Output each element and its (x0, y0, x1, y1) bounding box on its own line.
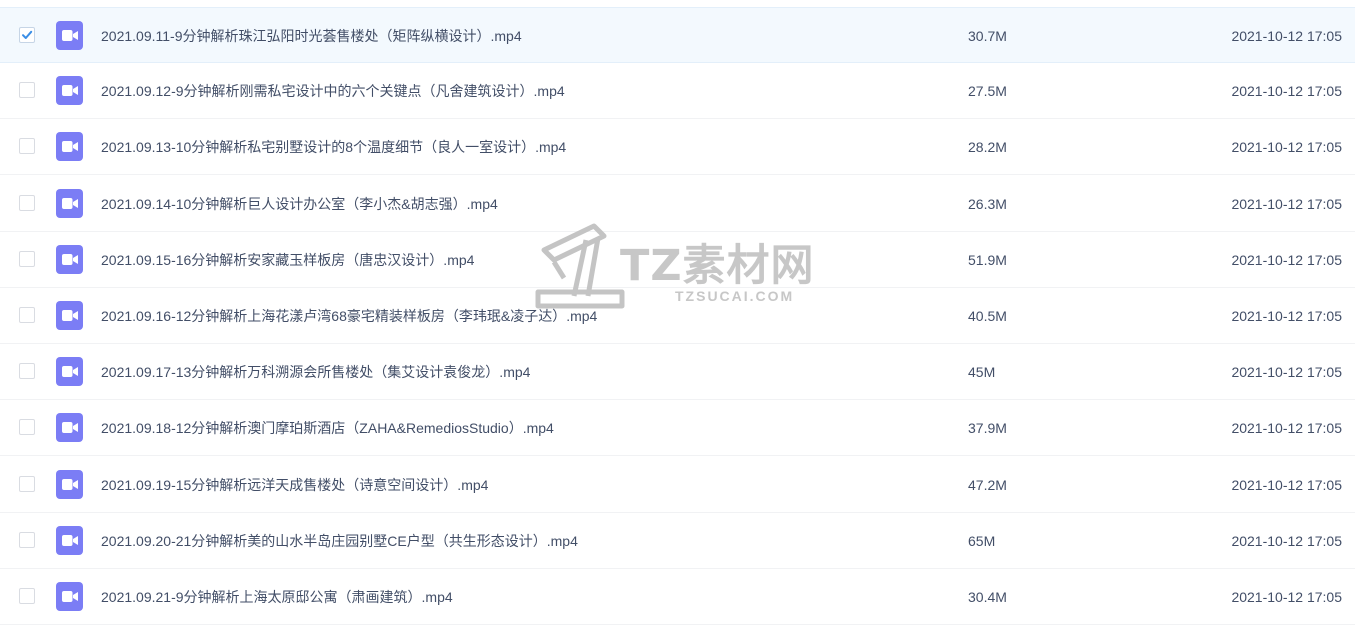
file-row[interactable]: 2021.09.14-10分钟解析巨人设计办公室（李小杰&胡志强）.mp4 26… (0, 176, 1355, 232)
file-name[interactable]: 2021.09.16-12分钟解析上海花漾卢湾68豪宅精装样板房（李玮珉&凌子达… (101, 288, 597, 344)
checkmark-icon (22, 30, 33, 39)
file-name[interactable]: 2021.09.19-15分钟解析远洋天成售楼处（诗意空间设计）.mp4 (101, 457, 488, 513)
file-modified-date: 2021-10-12 17:05 (1231, 589, 1342, 605)
video-file-icon (56, 582, 83, 611)
file-modified-date: 2021-10-12 17:05 (1231, 252, 1342, 268)
file-row[interactable]: 2021.09.20-21分钟解析美的山水半岛庄园别墅CE户型（共生形态设计）.… (0, 513, 1355, 569)
file-name[interactable]: 2021.09.11-9分钟解析珠江弘阳时光荟售楼处（矩阵纵横设计）.mp4 (101, 8, 522, 64)
video-file-icon (56, 413, 83, 442)
file-modified-date: 2021-10-12 17:05 (1231, 477, 1342, 493)
row-checkbox[interactable] (19, 419, 35, 435)
row-checkbox[interactable] (19, 476, 35, 492)
file-row[interactable]: 2021.09.16-12分钟解析上海花漾卢湾68豪宅精装样板房（李玮珉&凌子达… (0, 288, 1355, 344)
file-modified-date: 2021-10-12 17:05 (1231, 196, 1342, 212)
row-checkbox[interactable] (19, 251, 35, 267)
file-name[interactable]: 2021.09.17-13分钟解析万科溯源会所售楼处（集艾设计袁俊龙）.mp4 (101, 344, 530, 400)
file-row[interactable]: 2021.09.12-9分钟解析刚需私宅设计中的六个关键点（凡舍建筑设计）.mp… (0, 63, 1355, 119)
video-file-icon (56, 470, 83, 499)
video-file-icon (56, 132, 83, 161)
file-modified-date: 2021-10-12 17:05 (1231, 139, 1342, 155)
video-file-icon (56, 21, 83, 50)
video-file-icon (56, 526, 83, 555)
file-size: 27.5M (968, 83, 1007, 99)
file-name[interactable]: 2021.09.12-9分钟解析刚需私宅设计中的六个关键点（凡舍建筑设计）.mp… (101, 63, 565, 119)
file-name[interactable]: 2021.09.15-16分钟解析安家藏玉样板房（唐忠汉设计）.mp4 (101, 232, 474, 288)
file-name[interactable]: 2021.09.20-21分钟解析美的山水半岛庄园别墅CE户型（共生形态设计）.… (101, 513, 578, 569)
row-checkbox[interactable] (19, 363, 35, 379)
file-size: 30.7M (968, 28, 1007, 44)
video-file-icon (56, 301, 83, 330)
file-modified-date: 2021-10-12 17:05 (1231, 308, 1342, 324)
video-file-icon (56, 189, 83, 218)
file-row[interactable]: 2021.09.17-13分钟解析万科溯源会所售楼处（集艾设计袁俊龙）.mp4 … (0, 344, 1355, 400)
row-checkbox[interactable] (19, 307, 35, 323)
row-checkbox[interactable] (19, 532, 35, 548)
file-size: 30.4M (968, 589, 1007, 605)
video-file-icon (56, 245, 83, 274)
row-checkbox[interactable] (19, 195, 35, 211)
row-checkbox[interactable] (19, 138, 35, 154)
file-modified-date: 2021-10-12 17:05 (1231, 420, 1342, 436)
file-size: 47.2M (968, 477, 1007, 493)
file-list: 2021.09.11-9分钟解析珠江弘阳时光荟售楼处（矩阵纵横设计）.mp4 3… (0, 0, 1355, 634)
file-row[interactable]: 2021.09.18-12分钟解析澳门摩珀斯酒店（ZAHA&RemediosSt… (0, 400, 1355, 456)
file-size: 37.9M (968, 420, 1007, 436)
file-modified-date: 2021-10-12 17:05 (1231, 364, 1342, 380)
file-name[interactable]: 2021.09.14-10分钟解析巨人设计办公室（李小杰&胡志强）.mp4 (101, 176, 498, 232)
video-file-icon (56, 76, 83, 105)
row-checkbox[interactable] (19, 82, 35, 98)
file-row[interactable]: 2021.09.13-10分钟解析私宅别墅设计的8个温度细节（良人一室设计）.m… (0, 119, 1355, 175)
file-size: 26.3M (968, 196, 1007, 212)
file-size: 51.9M (968, 252, 1007, 268)
file-modified-date: 2021-10-12 17:05 (1231, 28, 1342, 44)
file-modified-date: 2021-10-12 17:05 (1231, 533, 1342, 549)
row-checkbox[interactable] (19, 27, 35, 43)
file-row[interactable]: 2021.09.11-9分钟解析珠江弘阳时光荟售楼处（矩阵纵横设计）.mp4 3… (0, 7, 1355, 63)
row-checkbox[interactable] (19, 588, 35, 604)
file-name[interactable]: 2021.09.21-9分钟解析上海太原邸公寓（肃画建筑）.mp4 (101, 569, 453, 625)
file-row[interactable]: 2021.09.21-9分钟解析上海太原邸公寓（肃画建筑）.mp4 30.4M … (0, 569, 1355, 625)
file-size: 28.2M (968, 139, 1007, 155)
file-row[interactable]: 2021.09.15-16分钟解析安家藏玉样板房（唐忠汉设计）.mp4 51.9… (0, 232, 1355, 288)
video-file-icon (56, 357, 83, 386)
file-name[interactable]: 2021.09.18-12分钟解析澳门摩珀斯酒店（ZAHA&RemediosSt… (101, 400, 554, 456)
file-modified-date: 2021-10-12 17:05 (1231, 83, 1342, 99)
file-size: 40.5M (968, 308, 1007, 324)
file-size: 65M (968, 533, 996, 549)
file-name[interactable]: 2021.09.13-10分钟解析私宅别墅设计的8个温度细节（良人一室设计）.m… (101, 119, 566, 175)
file-row[interactable]: 2021.09.19-15分钟解析远洋天成售楼处（诗意空间设计）.mp4 47.… (0, 457, 1355, 513)
file-size: 45M (968, 364, 996, 380)
